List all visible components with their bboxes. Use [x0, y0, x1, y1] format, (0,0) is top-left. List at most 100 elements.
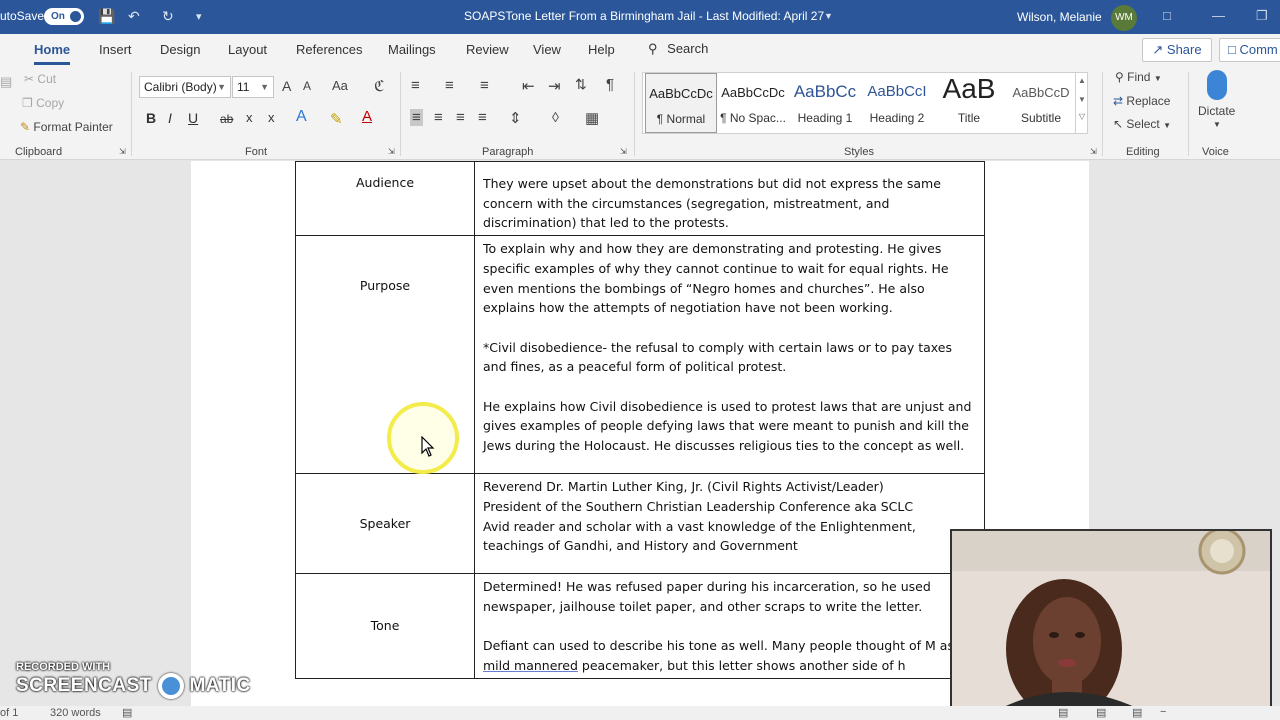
search-box[interactable]: ⚲ Search: [648, 41, 708, 57]
text-effects-button[interactable]: A: [296, 108, 307, 126]
strikethrough-button[interactable]: ab: [220, 112, 233, 126]
style-title[interactable]: AaB Title: [933, 73, 1005, 133]
tab-references[interactable]: References: [296, 42, 362, 57]
style-heading-1[interactable]: AaBbCc Heading 1: [789, 73, 861, 133]
paragraph: Reverend Dr. Martin Luther King, Jr. (Ci…: [483, 479, 884, 495]
paste-icon[interactable]: ▤: [0, 74, 12, 90]
change-case-button[interactable]: Aa: [332, 78, 348, 93]
find-button[interactable]: ⚲ Find ▼: [1115, 70, 1162, 84]
dictate-button[interactable]: Dictate: [1198, 104, 1235, 118]
styles-gallery-scroll[interactable]: ▲ ▼ ▽: [1075, 72, 1088, 134]
restore-icon[interactable]: ❐: [1256, 8, 1268, 24]
share-icon: ↗: [1152, 42, 1164, 57]
bullets-icon[interactable]: ≡: [411, 77, 420, 94]
replace-button[interactable]: ⇄ Replace: [1113, 94, 1170, 108]
row-content[interactable]: To explain why and how they are demonstr…: [474, 235, 985, 475]
replace-icon: ⇄: [1113, 94, 1124, 108]
document-title[interactable]: SOAPSTone Letter From a Birmingham Jail …: [464, 9, 824, 23]
screencast-logo-icon: [157, 673, 184, 699]
decrease-indent-icon[interactable]: ⇤: [522, 77, 535, 95]
show-formatting-marks-icon[interactable]: ¶: [606, 76, 614, 93]
paragraph-group-label: Paragraph: [482, 146, 534, 158]
tab-help[interactable]: Help: [588, 42, 615, 57]
style-no-spacing[interactable]: AaBbCcDc ¶ No Spac...: [717, 73, 789, 133]
grow-font-button[interactable]: A: [282, 78, 291, 94]
sort-icon[interactable]: ⇅: [575, 76, 587, 93]
tab-mailings[interactable]: Mailings: [388, 42, 436, 57]
proofing-icon[interactable]: ▤: [122, 706, 132, 719]
tab-review[interactable]: Review: [466, 42, 509, 57]
increase-indent-icon[interactable]: ⇥: [548, 77, 561, 95]
chevron-up-icon[interactable]: ▲: [1076, 76, 1088, 85]
print-layout-icon[interactable]: ▤: [1096, 706, 1106, 719]
numbering-icon[interactable]: ≡: [445, 77, 454, 94]
paragraph-launcher-icon[interactable]: ⇲: [620, 147, 627, 156]
bold-button[interactable]: B: [146, 110, 156, 126]
cut-button[interactable]: ✂ Cut: [24, 72, 56, 86]
user-name[interactable]: Wilson, Melanie: [1017, 10, 1102, 24]
tab-insert[interactable]: Insert: [99, 42, 132, 57]
tab-home[interactable]: Home: [34, 42, 71, 65]
tab-design[interactable]: Design: [160, 42, 200, 57]
undo-icon[interactable]: ↶: [128, 8, 140, 25]
ribbon-display-options-icon[interactable]: □: [1163, 8, 1171, 23]
superscript-button[interactable]: x: [268, 110, 275, 125]
chevron-down-icon[interactable]: ▼: [1076, 95, 1088, 104]
line-spacing-icon[interactable]: ⇕: [509, 109, 522, 127]
justify-icon[interactable]: ≡: [478, 109, 487, 126]
row-content[interactable]: Determined! He was refused paper during …: [474, 573, 985, 679]
page-count[interactable]: of 1: [0, 707, 18, 719]
read-mode-icon[interactable]: ▤: [1058, 706, 1068, 719]
align-center-icon[interactable]: ≡: [434, 109, 443, 126]
table-row: Tone Determined! He was refused paper du…: [295, 573, 985, 679]
scissors-icon: ✂: [24, 72, 35, 86]
redo-icon[interactable]: ↻: [162, 8, 174, 25]
comments-button[interactable]: □ Comm: [1219, 38, 1280, 62]
style-normal[interactable]: AaBbCcDc ¶ Normal: [645, 73, 717, 133]
highlighter-icon[interactable]: ✎: [330, 110, 343, 128]
style-preview: AaBbCcI: [867, 83, 927, 100]
watermark-line2: SCREENCAST MATIC: [16, 673, 251, 699]
chevron-down-icon[interactable]: ▼: [824, 11, 833, 21]
clipboard-launcher-icon[interactable]: ⇲: [119, 147, 126, 156]
style-name: Title: [957, 111, 981, 125]
microphone-icon[interactable]: [1207, 70, 1227, 100]
row-content[interactable]: Reverend Dr. Martin Luther King, Jr. (Ci…: [474, 473, 985, 575]
align-right-icon[interactable]: ≡: [456, 109, 465, 126]
subscript-button[interactable]: x: [246, 110, 253, 125]
underline-button[interactable]: U: [188, 110, 198, 126]
clear-formatting-icon[interactable]: ℭ: [374, 77, 385, 95]
avatar[interactable]: WM: [1111, 5, 1137, 31]
tab-view[interactable]: View: [533, 42, 561, 57]
align-left-icon[interactable]: ≡: [410, 109, 423, 126]
style-heading-2[interactable]: AaBbCcI Heading 2: [861, 73, 933, 133]
minimize-icon[interactable]: —: [1212, 8, 1225, 23]
styles-launcher-icon[interactable]: ⇲: [1090, 147, 1097, 156]
customize-quick-access-icon[interactable]: ▾: [196, 10, 202, 23]
shading-icon[interactable]: ◊: [552, 109, 559, 125]
borders-icon[interactable]: ▦: [585, 109, 599, 127]
word-count[interactable]: 320 words: [50, 707, 101, 719]
font-size-box[interactable]: 11 ▼: [232, 76, 274, 98]
web-layout-icon[interactable]: ▤: [1132, 706, 1142, 719]
divider: [400, 72, 401, 156]
share-button[interactable]: ↗ Share: [1142, 38, 1212, 62]
copy-button[interactable]: ❐ Copy: [22, 96, 64, 110]
select-button[interactable]: ↖ Select ▼: [1113, 117, 1171, 131]
shrink-font-button[interactable]: A: [303, 79, 311, 93]
style-subtitle[interactable]: AaBbCcD Subtitle: [1005, 73, 1077, 133]
chevron-down-icon[interactable]: ▼: [1213, 120, 1221, 129]
tab-layout[interactable]: Layout: [228, 42, 267, 57]
save-icon[interactable]: 💾: [98, 8, 115, 25]
format-painter-button[interactable]: ✎ Format Painter: [20, 120, 113, 134]
style-name: ¶ No Spac...: [720, 111, 786, 125]
row-content[interactable]: They were upset about the demonstrations…: [474, 160, 985, 237]
zoom-out-icon[interactable]: −: [1160, 706, 1166, 718]
autosave-toggle[interactable]: On: [44, 8, 84, 25]
italic-button[interactable]: I: [168, 110, 172, 126]
more-styles-icon[interactable]: ▽: [1076, 112, 1088, 121]
font-launcher-icon[interactable]: ⇲: [388, 147, 395, 156]
font-color-button[interactable]: A: [362, 108, 372, 125]
multilevel-list-icon[interactable]: ≡: [480, 77, 489, 94]
font-name-box[interactable]: Calibri (Body) ▼: [139, 76, 231, 98]
